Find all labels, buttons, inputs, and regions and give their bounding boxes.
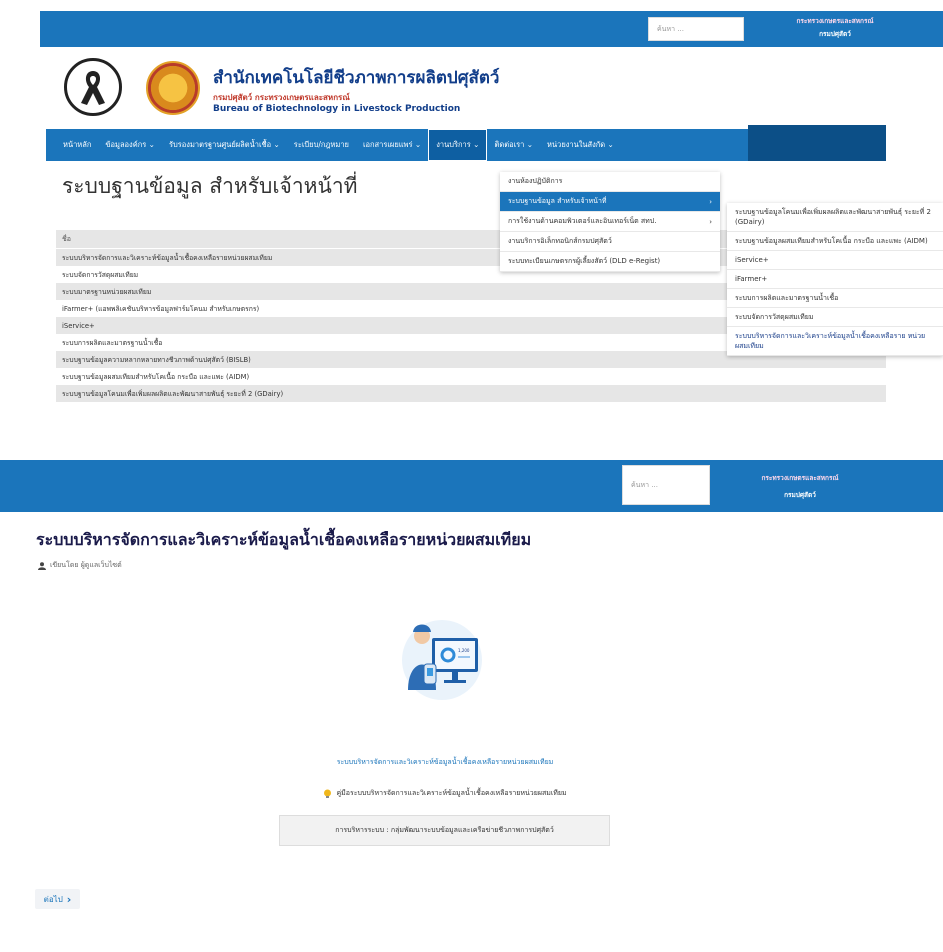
- submenu-item[interactable]: ระบบจัดการวัสดุผสมเทียม: [727, 308, 943, 327]
- list-item[interactable]: ระบบฐานข้อมูลโคนมเพื่อเพิ่มผลผลิตและพัฒน…: [56, 385, 886, 402]
- ribbon-logo: [64, 58, 122, 116]
- department-info-box: การบริหารระบบ : กลุ่มพัฒนาระบบข้อมูลและเ…: [279, 815, 610, 846]
- nav-organization[interactable]: ข้อมูลองค์กร ⌄: [98, 129, 162, 161]
- dropdown-item-label: งานบริการอิเล็กทอนิกส์กรมปศุสัตว์: [508, 237, 612, 245]
- next-label: ต่อไป: [43, 894, 63, 904]
- department-info: การบริหารระบบ : กลุ่มพัฒนาระบบข้อมูลและเ…: [335, 826, 554, 834]
- ribbon-icon: [81, 71, 105, 105]
- list-item[interactable]: ระบบฐานข้อมูลผสมเทียมสำหรับโคเนื้อ กระบื…: [56, 368, 886, 385]
- nav-units[interactable]: หน่วยงานในสังกัด ⌄: [540, 129, 621, 161]
- dropdown-item-computer[interactable]: การใช้งานด้านคอมพิวเตอร์และอินเทอร์เน็ต …: [500, 212, 720, 232]
- dropdown-item-eservice[interactable]: งานบริการอิเล็กทอนิกส์กรมปศุสัตว์: [500, 232, 720, 252]
- system-link[interactable]: ระบบบริหารจัดการและวิเคราะห์ข้อมูลน้ำเชื…: [280, 757, 610, 768]
- ministry-link-2[interactable]: กระทรวงเกษตรและสหกรณ์: [730, 470, 870, 487]
- ministry-link[interactable]: กระทรวงเกษตรและสหกรณ์: [770, 15, 900, 28]
- page-title: ระบบฐานข้อมูล สำหรับเจ้าหน้าที่: [62, 174, 358, 198]
- brand-name-th[interactable]: สำนักเทคโนโลยีชีวภาพการผลิตปศุสัตว์: [213, 64, 593, 91]
- illustration-value: 1,200: [458, 648, 470, 653]
- author-label: เขียนโดย ผู้ดูแลเว็บไซต์: [50, 561, 122, 569]
- post-meta: เขียนโดย ผู้ดูแลเว็บไซต์: [38, 560, 122, 571]
- next-button[interactable]: ต่อไป ›: [35, 889, 80, 909]
- lightbulb-icon: [324, 789, 332, 798]
- brand-org-th: กรมปศุสัตว์ กระทรวงเกษตรและสหกรณ์: [213, 93, 350, 102]
- department-seal-logo: [146, 61, 200, 115]
- submenu-item[interactable]: ระบบการผลิตและมาตรฐานน้ำเชื้อ: [727, 289, 943, 308]
- dropdown-item-lab[interactable]: งานห้องปฏิบัติการ: [500, 172, 720, 192]
- services-dropdown: งานห้องปฏิบัติการ ระบบฐานข้อมูล สำหรับเจ…: [500, 172, 720, 272]
- nav-contact[interactable]: ติดต่อเรา ⌄: [487, 129, 540, 161]
- top-bar-2: ค้นหา ... กระทรวงเกษตรและสหกรณ์ กรมปศุสั…: [0, 460, 943, 512]
- chevron-right-icon: ›: [709, 217, 712, 226]
- nav-publications[interactable]: เอกสารเผยแพร่ ⌄: [356, 129, 428, 161]
- top-bar: ค้นหา ... กระทรวงเกษตรและสหกรณ์ กรมปศุสั…: [40, 11, 943, 47]
- submenu-item[interactable]: iFarmer+: [727, 270, 943, 289]
- nav-services[interactable]: งานบริการ ⌄: [428, 129, 488, 161]
- manual-link[interactable]: คู่มือระบบบริหารจัดการและวิเคราะห์ข้อมูล…: [336, 788, 566, 799]
- department-link-2[interactable]: กรมปศุสัตว์: [730, 487, 870, 504]
- nav-regulations[interactable]: ระเบียบ/กฎหมาย: [287, 129, 356, 161]
- search-input-2[interactable]: ค้นหา ...: [622, 465, 710, 505]
- brand-name-en: Bureau of Biotechnology in Livestock Pro…: [213, 104, 461, 114]
- staff-db-submenu: ระบบฐานข้อมูลโคนมเพื่อเพิ่มผลผลิตและพัฒน…: [727, 203, 943, 356]
- submenu-item[interactable]: ระบบบริหารจัดการและวิเคราะห์ข้อมูลน้ำเชื…: [727, 327, 943, 356]
- nav-certification[interactable]: รับรองมาตรฐานศูนย์ผลิตน้ำเชื้อ ⌄: [162, 129, 287, 161]
- dropdown-item-label: การใช้งานด้านคอมพิวเตอร์และอินเทอร์เน็ต …: [508, 217, 657, 225]
- chevron-right-icon: ›: [709, 197, 712, 206]
- submenu-item[interactable]: iService+: [727, 251, 943, 270]
- chevron-right-icon: ›: [66, 892, 72, 906]
- dropdown-item-staff-db[interactable]: ระบบฐานข้อมูล สำหรับเจ้าหน้าที่ ›: [500, 192, 720, 212]
- nav-right-block: [748, 125, 886, 161]
- search-input[interactable]: ค้นหา ...: [648, 17, 744, 41]
- analytics-illustration-icon: 1,200: [402, 620, 482, 700]
- user-icon: [38, 561, 46, 570]
- submenu-item[interactable]: ระบบฐานข้อมูลผสมเทียมสำหรับโคเนื้อ กระบื…: [727, 232, 943, 251]
- manual-row: คู่มือระบบบริหารจัดการและวิเคราะห์ข้อมูล…: [280, 788, 610, 799]
- nav-home[interactable]: หน้าหลัก: [56, 129, 98, 161]
- dropdown-item-label: ระบบทะเบียนเกษตรกรผู้เลี้ยงสัตว์ (DLD e-…: [508, 257, 661, 265]
- department-link[interactable]: กรมปศุสัตว์: [770, 28, 900, 41]
- dropdown-item-label: ระบบฐานข้อมูล สำหรับเจ้าหน้าที่: [508, 197, 607, 205]
- submenu-item[interactable]: ระบบฐานข้อมูลโคนมเพื่อเพิ่มผลผลิตและพัฒน…: [727, 203, 943, 232]
- post-title: ระบบบริหารจัดการและวิเคราะห์ข้อมูลน้ำเชื…: [36, 530, 532, 549]
- post-illustration: 1,200: [398, 600, 486, 712]
- dropdown-item-eregist[interactable]: ระบบทะเบียนเกษตรกรผู้เลี้ยงสัตว์ (DLD e-…: [500, 252, 720, 272]
- dropdown-item-label: งานห้องปฏิบัติการ: [508, 177, 563, 185]
